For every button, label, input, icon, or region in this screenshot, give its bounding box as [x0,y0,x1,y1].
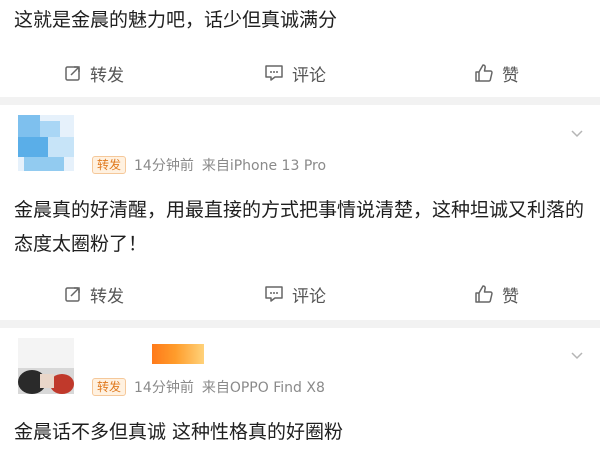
repost-label: 转发 [90,286,124,307]
chevron-down-icon[interactable] [570,126,584,140]
timestamp: 14分钟前 [134,158,194,174]
comment-button[interactable]: 评论 [264,282,326,307]
device-source: 来自OPPO Find X8 [201,380,325,396]
comment-action-bar: 转发 评论 赞 [0,274,600,314]
repost-badge: 转发 [92,378,127,396]
avatar[interactable] [18,338,74,394]
comment-button[interactable]: 评论 [264,61,326,86]
repost-badge: 转发 [92,156,127,174]
section-divider [0,97,600,105]
chevron-down-icon[interactable] [570,348,584,362]
repost-label: 转发 [90,65,124,86]
thumbs-up-icon [474,63,494,83]
thumbs-up-icon [474,284,494,304]
avatar[interactable] [18,115,74,171]
section-divider [0,320,600,328]
comment-meta: 转发 14分钟前 来自iPhone 13 Pro [92,155,326,175]
comment-label: 评论 [292,286,326,307]
post-text: 这就是金晨的魅力吧，话少但真诚满分 [14,9,338,31]
timestamp: 14分钟前 [134,380,194,396]
repost-button[interactable]: 转发 [64,61,124,86]
username-blur[interactable] [152,344,204,364]
like-button[interactable]: 赞 [474,282,519,307]
repost-icon [64,64,82,82]
repost-icon [64,285,82,303]
post-action-bar: 转发 评论 赞 [0,53,600,93]
comment-icon [264,285,284,303]
comment-icon [264,64,284,82]
comment-label: 评论 [292,65,326,86]
repost-button[interactable]: 转发 [64,282,124,307]
device-source: 来自iPhone 13 Pro [201,158,327,174]
like-label: 赞 [502,65,519,86]
like-button[interactable]: 赞 [474,61,519,86]
comment-text: 金晨真的好清醒，用最直接的方式把事情说清楚，这种坦诚又利落的态度太圈粉了！ [14,199,585,255]
comment-text: 金晨话不多但真诚 这种性格真的好圈粉 [14,421,344,443]
like-label: 赞 [502,286,519,307]
comment-meta: 转发 14分钟前 来自OPPO Find X8 [92,377,325,397]
